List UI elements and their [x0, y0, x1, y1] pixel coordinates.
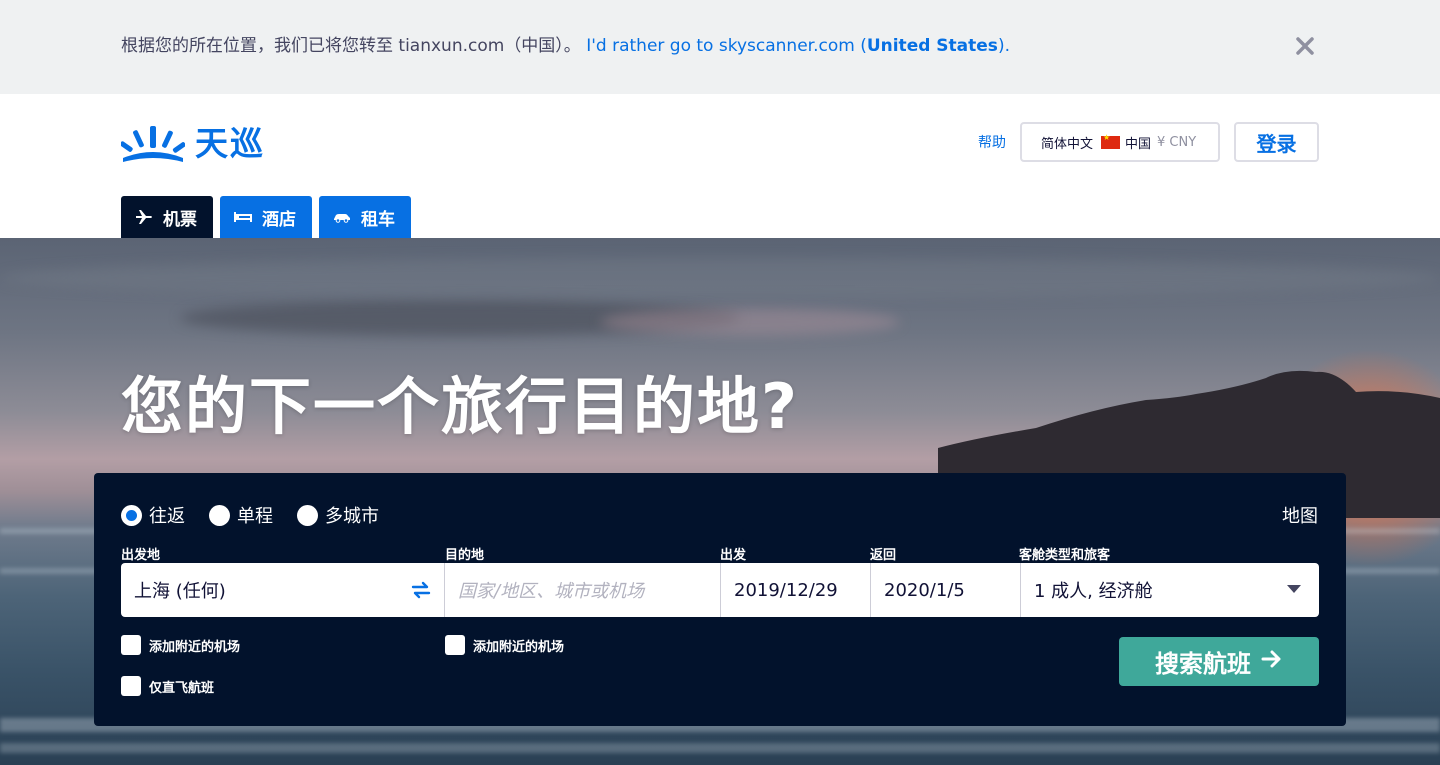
- direct-only-label: 仅直飞航班: [149, 680, 215, 696]
- direct-only-checkbox[interactable]: 仅直飞航班: [121, 676, 214, 696]
- locale-selector[interactable]: 简体中文 中国 ¥ CNY: [1020, 122, 1220, 162]
- map-link[interactable]: 地图: [1282, 502, 1318, 528]
- checkbox[interactable]: [445, 635, 465, 655]
- tab-cars[interactable]: 租车: [319, 196, 411, 238]
- trip-type-label: 单程: [237, 506, 273, 527]
- arrow-right-icon: [1261, 649, 1283, 674]
- chevron-down-icon: [1287, 585, 1301, 593]
- checkbox[interactable]: [121, 635, 141, 655]
- return-date-value: 2020/1/5: [884, 579, 965, 601]
- flight-search-panel: 往返 单程 多城市 地图 出发地 目的地 出发 返回 客舱类型和旅客 上海 (任…: [94, 473, 1346, 726]
- radio-checked[interactable]: [121, 504, 142, 526]
- trip-type-oneway[interactable]: 单程: [209, 502, 273, 528]
- skyscanner-us-link[interactable]: I'd rather go to skyscanner.com (United …: [586, 36, 1010, 56]
- trip-type-label: 往返: [149, 506, 185, 527]
- nearby-origin-label: 添加附近的机场: [149, 639, 241, 655]
- close-icon[interactable]: [1293, 34, 1317, 58]
- hero-title: 您的下一个旅行目的地?: [121, 370, 799, 443]
- cloud-shape: [0, 258, 1440, 298]
- checkbox[interactable]: [121, 676, 141, 696]
- radio-unchecked[interactable]: [209, 504, 230, 526]
- login-button[interactable]: 登录: [1234, 122, 1319, 162]
- origin-value: 上海 (任何): [134, 581, 226, 602]
- tab-cars-label: 租车: [361, 209, 395, 230]
- search-flights-label: 搜索航班: [1155, 650, 1251, 678]
- return-label: 返回: [870, 548, 897, 563]
- help-link[interactable]: 帮助: [978, 132, 1006, 152]
- plane-icon: [135, 209, 153, 225]
- origin-label: 出发地: [121, 548, 161, 563]
- destination-placeholder: 国家/地区、城市或机场: [458, 581, 645, 602]
- destination-label: 目的地: [445, 548, 485, 563]
- tab-hotels-label: 酒店: [262, 209, 296, 230]
- country-label: 中国: [1125, 136, 1152, 152]
- swap-icon[interactable]: [410, 580, 432, 600]
- nearby-origin-checkbox[interactable]: 添加附近的机场: [121, 635, 240, 655]
- currency-label: ¥ CNY: [1157, 134, 1197, 150]
- china-flag-icon: [1101, 133, 1121, 149]
- search-fields: 上海 (任何) 国家/地区、城市或机场 2019/12/29 2020/1/5 …: [121, 563, 1319, 617]
- cabin-travellers-select[interactable]: 1 成人, 经济舱: [1021, 563, 1319, 617]
- tab-hotels[interactable]: 酒店: [220, 196, 312, 238]
- product-tabs: 机票 酒店 租车: [121, 196, 418, 238]
- tianxun-logo[interactable]: 天巡: [121, 124, 265, 164]
- tab-flights-label: 机票: [163, 209, 197, 230]
- sunrise-logo-icon: [121, 126, 185, 162]
- depart-date-input[interactable]: 2019/12/29: [721, 563, 871, 617]
- nearby-destination-label: 添加附近的机场: [473, 639, 565, 655]
- trip-type-multicity[interactable]: 多城市: [297, 502, 379, 528]
- notice-message: 根据您的所在位置，我们已将您转至 tianxun.com（中国）。 I'd ra…: [121, 34, 1010, 58]
- cabin-label: 客舱类型和旅客: [1019, 548, 1111, 563]
- location-notice-bar: 根据您的所在位置，我们已将您转至 tianxun.com（中国）。 I'd ra…: [0, 0, 1440, 94]
- site-header: 天巡 帮助 简体中文 中国 ¥ CNY 登录 机票 酒店 租车: [0, 94, 1440, 238]
- cabin-value: 1 成人, 经济舱: [1034, 581, 1153, 602]
- trip-type-label: 多城市: [325, 506, 379, 527]
- destination-input[interactable]: 国家/地区、城市或机场: [445, 563, 721, 617]
- depart-date-value: 2019/12/29: [734, 579, 838, 601]
- trip-type-roundtrip[interactable]: 往返: [121, 502, 185, 528]
- cloud-shape: [600, 308, 900, 336]
- trip-type-group: 往返 单程 多城市: [121, 502, 403, 528]
- radio-unchecked[interactable]: [297, 504, 318, 526]
- bed-icon: [234, 209, 252, 225]
- logo-text: 天巡: [195, 124, 265, 163]
- depart-label: 出发: [720, 548, 747, 563]
- return-date-input[interactable]: 2020/1/5: [871, 563, 1021, 617]
- nearby-destination-checkbox[interactable]: 添加附近的机场: [445, 635, 564, 655]
- language-label: 简体中文: [1041, 136, 1094, 152]
- wave-line: [0, 743, 1440, 753]
- search-flights-button[interactable]: 搜索航班: [1119, 637, 1319, 686]
- car-icon: [333, 209, 351, 225]
- notice-text: 根据您的所在位置，我们已将您转至 tianxun.com（中国）。: [121, 36, 581, 56]
- origin-input[interactable]: 上海 (任何): [121, 563, 445, 617]
- tab-flights[interactable]: 机票: [121, 196, 213, 238]
